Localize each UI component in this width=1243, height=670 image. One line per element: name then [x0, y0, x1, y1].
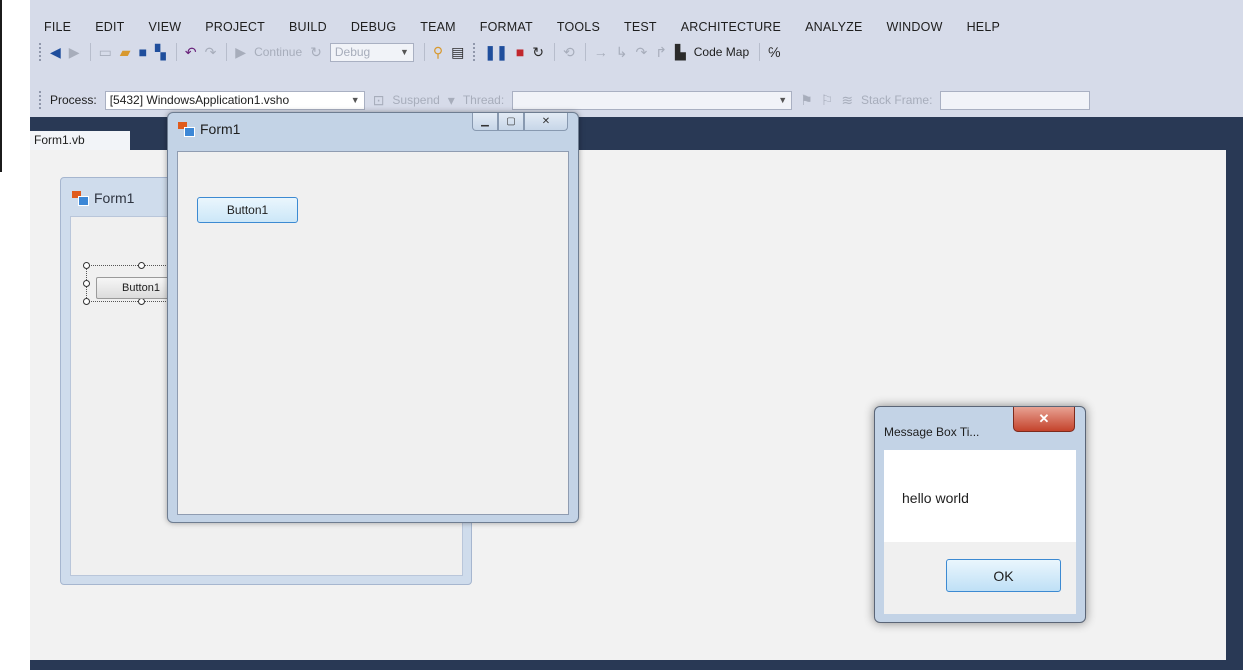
find-in-files-icon[interactable]: ⚲ [433, 45, 443, 59]
refresh-windows-app-icon[interactable]: ⟲ [563, 45, 575, 59]
toggle-flag-icon[interactable]: ⚑ [800, 93, 813, 107]
toolbox-icon[interactable]: ▤ [451, 45, 464, 59]
menu-team[interactable]: TEAM [420, 20, 456, 34]
filter-flagged-icon[interactable]: ⚐ [821, 93, 834, 107]
solution-config-combo[interactable]: Debug ▼ [329, 42, 414, 62]
toolbar-grip[interactable] [38, 90, 42, 110]
debug-location-toolbar: Process: [5432] WindowsApplication1.vsho… [30, 86, 1243, 114]
menu-view[interactable]: VIEW [148, 20, 181, 34]
chevron-down-icon: ▼ [778, 95, 788, 105]
thread-label: Thread: [462, 93, 505, 107]
stop-debugging-icon[interactable]: ■ [516, 45, 524, 59]
step-into-icon[interactable]: ↳ [616, 45, 628, 59]
continue-icon[interactable]: ▶ [235, 45, 246, 59]
form-app-icon [178, 122, 195, 137]
menu-help[interactable]: HELP [967, 20, 1000, 34]
menu-debug[interactable]: DEBUG [351, 20, 396, 34]
tab-form1-vb[interactable]: Form1.vb [30, 131, 130, 150]
stack-frame-label: Stack Frame: [861, 93, 933, 107]
resize-handle[interactable] [83, 262, 90, 269]
menu-window[interactable]: WINDOW [887, 20, 943, 34]
resize-handle[interactable] [138, 298, 145, 305]
stack-frame-combo[interactable] [940, 90, 1091, 110]
new-project-icon[interactable]: ▭ [99, 45, 112, 59]
break-all-icon[interactable]: ❚❚ [484, 45, 507, 59]
message-box-close-button[interactable]: ✕ [1013, 407, 1075, 432]
toolbar-grip[interactable] [38, 42, 42, 62]
message-text: hello world [902, 490, 969, 506]
resize-handle[interactable] [138, 262, 145, 269]
message-box-dialog[interactable]: Message Box Ti... ✕ hello world OK [874, 406, 1086, 623]
save-all-icon[interactable]: ▚ [155, 45, 166, 59]
chevron-down-icon: ▼ [350, 95, 360, 105]
left-edge-line [0, 0, 2, 172]
toolbar-grip[interactable] [472, 42, 477, 62]
resize-handle[interactable] [83, 298, 90, 305]
close-button[interactable]: ✕ [524, 113, 568, 131]
suspend-icon[interactable]: ⊡ [373, 93, 385, 107]
process-label: Process: [50, 93, 97, 107]
suspend-button[interactable]: Suspend [392, 93, 439, 107]
open-file-icon[interactable]: ▰ [120, 45, 131, 59]
menu-file[interactable]: FILE [44, 20, 71, 34]
bottom-frame-bar [30, 660, 1243, 670]
standard-toolbar: ◀ ▶ ▭ ▰ ■ ▚ ↶ ↷ ▶ Continue ↻ Debug ▼ ⚲ ▤… [30, 38, 1243, 66]
back-icon[interactable]: ◀ [50, 45, 61, 59]
running-form1-window[interactable]: Form1 ▁ ▢ ✕ Button1 [167, 112, 579, 523]
menu-analyze[interactable]: ANALYZE [805, 20, 862, 34]
message-box-body: hello world [884, 450, 1076, 542]
menu-build[interactable]: BUILD [289, 20, 327, 34]
chevron-down-icon[interactable]: ▾ [448, 93, 455, 107]
restart-debugging-icon[interactable]: ↻ [532, 45, 544, 59]
message-box-footer: OK [884, 542, 1076, 614]
code-map-button[interactable]: Code Map [694, 45, 749, 59]
thread-combo[interactable]: ▼ [512, 90, 793, 110]
right-frame-bar [1226, 150, 1243, 670]
resize-handle[interactable] [83, 280, 90, 287]
step-over-icon[interactable]: ↷ [636, 45, 648, 59]
process-combo[interactable]: [5432] WindowsApplication1.vsho ▼ [104, 90, 365, 110]
undo-icon[interactable]: ↶ [185, 45, 197, 59]
menu-architecture[interactable]: ARCHITECTURE [681, 20, 781, 34]
menu-format[interactable]: FORMAT [480, 20, 533, 34]
form-app-icon [72, 191, 89, 206]
running-form-title: Form1 [178, 121, 240, 137]
message-box-title: Message Box Ti... [884, 425, 980, 439]
chevron-down-icon: ▼ [399, 47, 409, 57]
restart-icon[interactable]: ↻ [310, 45, 322, 59]
minimize-button[interactable]: ▁ [472, 113, 498, 131]
menu-edit[interactable]: EDIT [95, 20, 124, 34]
menu-test[interactable]: TEST [624, 20, 657, 34]
continue-button[interactable]: Continue [254, 45, 302, 59]
menu-tools[interactable]: TOOLS [557, 20, 600, 34]
hex-display-icon[interactable]: ℅ [768, 45, 780, 59]
redo-icon[interactable]: ↷ [205, 45, 217, 59]
step-out-icon[interactable]: ↱ [655, 45, 667, 59]
code-map-icon[interactable]: ▙ [675, 45, 686, 59]
save-icon[interactable]: ■ [139, 45, 147, 59]
ok-button[interactable]: OK [946, 559, 1061, 592]
maximize-button[interactable]: ▢ [498, 113, 524, 131]
button1[interactable]: Button1 [197, 197, 298, 223]
running-form-client-area: Button1 [177, 151, 569, 515]
menu-project[interactable]: PROJECT [205, 20, 265, 34]
designer-form-title: Form1 [72, 190, 134, 206]
window-controls: ▁ ▢ ✕ [472, 113, 568, 131]
menu-bar: FILE EDIT VIEW PROJECT BUILD DEBUG TEAM … [30, 16, 1243, 38]
show-threads-icon[interactable]: ≋ [841, 93, 853, 107]
show-next-statement-icon[interactable]: → [594, 45, 608, 59]
forward-icon[interactable]: ▶ [69, 45, 80, 59]
